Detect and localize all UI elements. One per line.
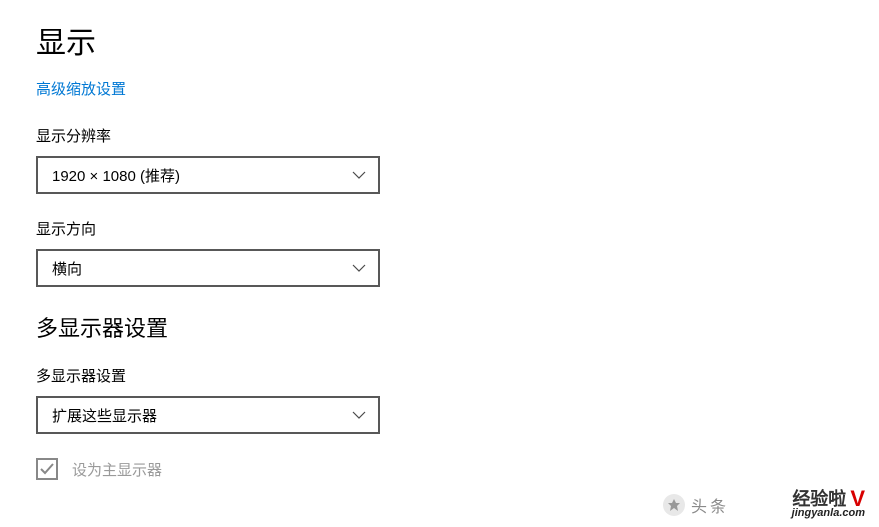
- multi-display-value: 扩展这些显示器: [52, 405, 157, 426]
- multi-display-section-title: 多显示器设置: [36, 311, 879, 343]
- multi-display-label: 多显示器设置: [36, 365, 879, 386]
- source-watermark: 头条: [663, 493, 729, 517]
- orientation-label: 显示方向: [36, 218, 879, 239]
- orientation-value: 横向: [52, 258, 82, 279]
- resolution-label: 显示分辨率: [36, 125, 879, 146]
- chevron-down-icon: [352, 406, 366, 424]
- page-title: 显示: [36, 18, 879, 62]
- primary-display-checkbox[interactable]: [36, 458, 58, 480]
- source-text: 头条: [691, 493, 729, 517]
- advanced-scaling-link[interactable]: 高级缩放设置: [36, 78, 126, 99]
- resolution-dropdown[interactable]: 1920 × 1080 (推荐): [36, 156, 380, 194]
- brand-text: 经验啦: [792, 490, 846, 508]
- resolution-value: 1920 × 1080 (推荐): [52, 165, 180, 186]
- chevron-down-icon: [352, 259, 366, 277]
- brand-url: jingyanla.com: [792, 508, 865, 519]
- primary-display-checkbox-label: 设为主显示器: [72, 459, 162, 480]
- primary-display-checkbox-row: 设为主显示器: [36, 458, 879, 480]
- multi-display-dropdown[interactable]: 扩展这些显示器: [36, 396, 380, 434]
- brand-watermark: 经验啦 V jingyanla.com: [792, 488, 865, 519]
- orientation-dropdown[interactable]: 横向: [36, 249, 380, 287]
- checkmark-icon: [40, 463, 54, 475]
- chevron-down-icon: [352, 166, 366, 184]
- toutiao-icon: [663, 494, 685, 516]
